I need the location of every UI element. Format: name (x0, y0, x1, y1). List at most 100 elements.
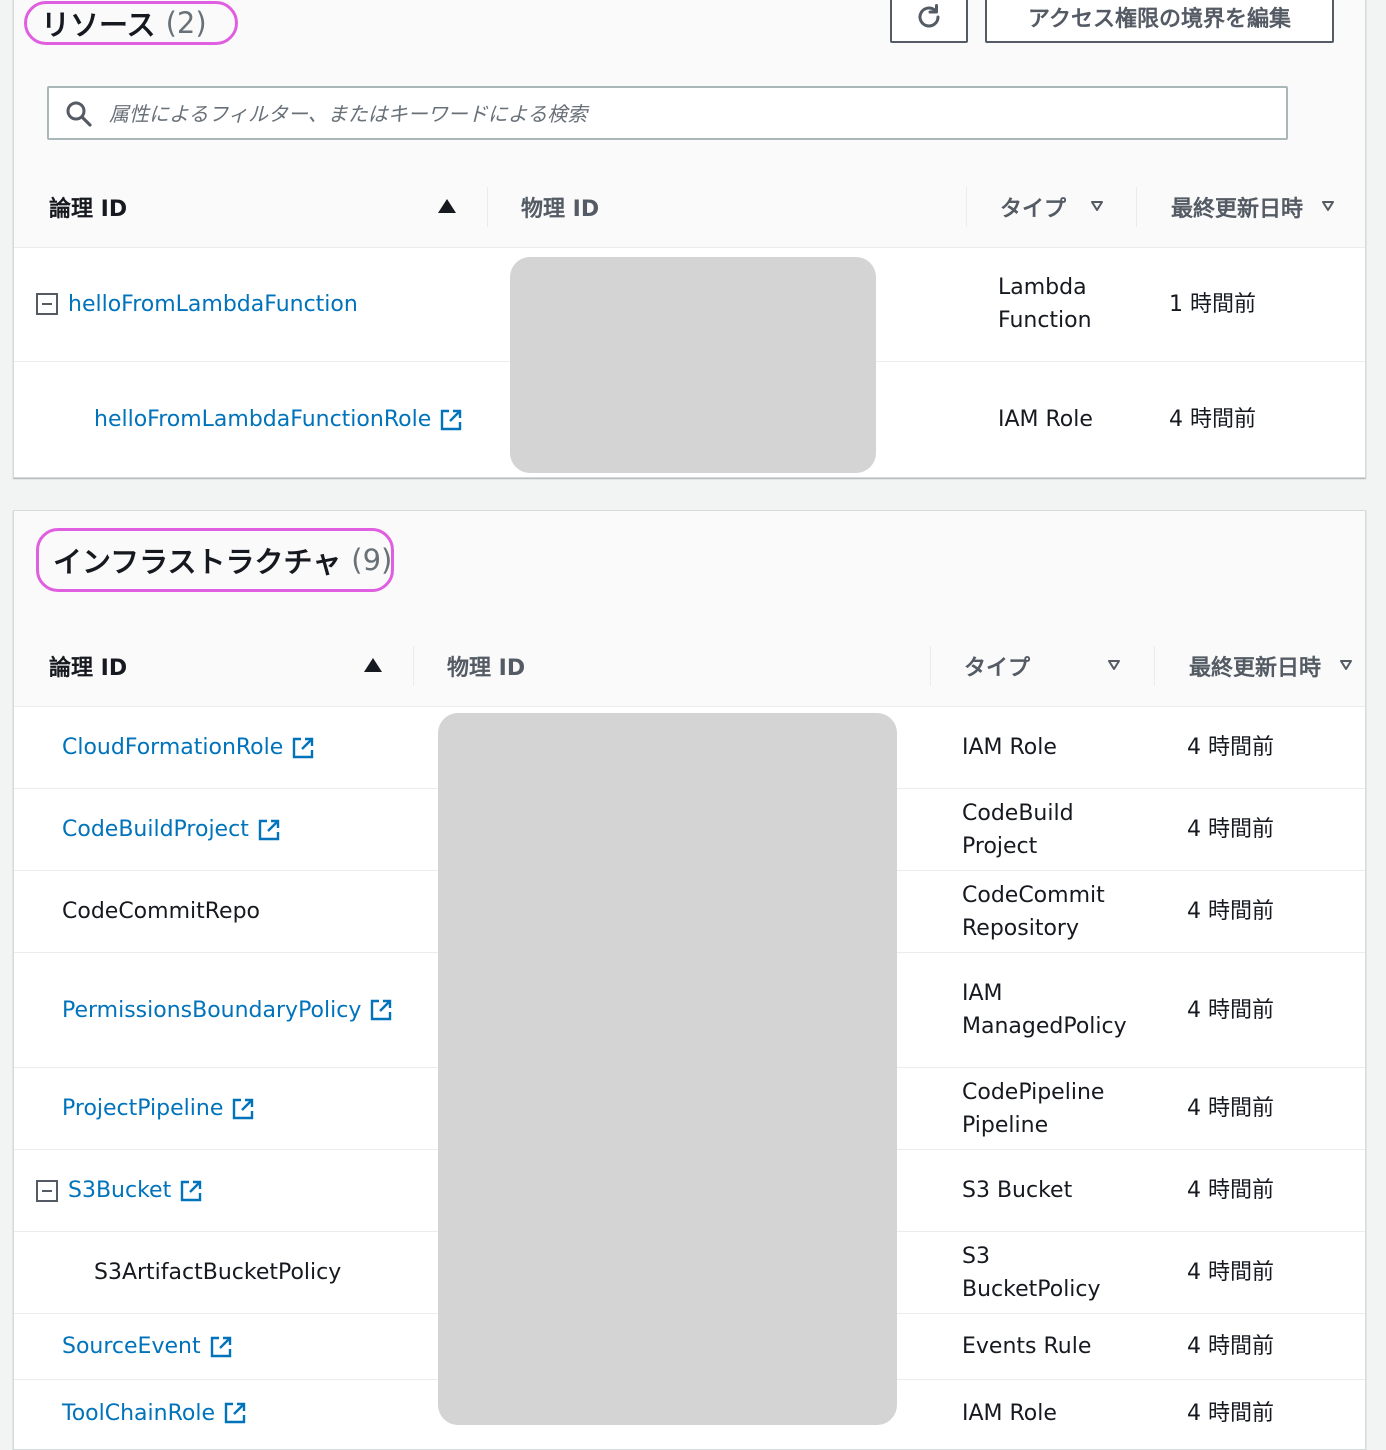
resource-name: CodeCommitRepo (62, 899, 260, 924)
sort-triangle-icon[interactable] (1108, 660, 1120, 670)
logical-id-cell: helloFromLambdaFunction (36, 247, 358, 361)
updated-cell: 4 時間前 (1187, 1178, 1274, 1203)
logical-id-cell: helloFromLambdaFunctionRole (94, 362, 463, 477)
redacted-physical-id (438, 713, 897, 1425)
updated-cell: 4 時間前 (1169, 407, 1256, 432)
logical-id-cell: S3Bucket (36, 1150, 203, 1231)
type-cell: Lambda Function (998, 247, 1092, 361)
search-icon (65, 100, 93, 132)
search-box (47, 86, 1288, 140)
column-divider[interactable] (930, 646, 931, 686)
column-type[interactable]: タイプ (964, 626, 1030, 706)
refresh-icon (918, 4, 940, 28)
resources-table-header: 論理 ID 物理 ID タイプ 最終更新日時 (14, 167, 1365, 248)
redacted-physical-id (510, 257, 876, 473)
type-line: S3 (962, 1243, 990, 1269)
type-line: Repository (962, 915, 1079, 941)
logical-id-cell: ToolChainRole (62, 1380, 247, 1446)
sort-ascending-icon[interactable] (364, 658, 382, 672)
column-last-updated[interactable]: 最終更新日時 (1171, 167, 1303, 247)
type-cell: Events Rule (962, 1334, 1092, 1359)
sort-ascending-icon[interactable] (438, 199, 456, 213)
external-link-icon[interactable] (231, 1097, 255, 1121)
sort-triangle-icon[interactable] (1340, 660, 1352, 670)
resources-title: リソース (41, 8, 156, 42)
logical-id-cell: PermissionsBoundaryPolicy (62, 953, 393, 1067)
column-physical-id[interactable]: 物理 ID (447, 626, 525, 706)
updated-cell: 4 時間前 (1187, 997, 1274, 1023)
type-line: Function (998, 308, 1092, 333)
resources-count: (2) (165, 6, 207, 40)
external-link-icon[interactable] (223, 1401, 247, 1425)
updated-cell: 4 時間前 (1187, 1334, 1274, 1359)
search-input[interactable] (107, 94, 1271, 134)
resources-title-highlight: リソース (2) (24, 1, 238, 45)
infrastructure-header: インフラストラクチャ (9) (14, 511, 1365, 627)
resource-link[interactable]: helloFromLambdaFunction (68, 288, 358, 321)
type-cell: CodeCommit Repository (962, 871, 1105, 952)
updated-cell: 4 時間前 (1187, 1260, 1274, 1285)
resource-name: S3ArtifactBucketPolicy (94, 1260, 342, 1285)
type-line: Project (962, 833, 1038, 859)
column-divider[interactable] (1136, 187, 1137, 227)
logical-id-cell: SourceEvent (62, 1314, 233, 1379)
type-cell: IAM Role (962, 735, 1057, 760)
column-type[interactable]: タイプ (1000, 167, 1066, 247)
type-cell: CodeBuild Project (962, 789, 1074, 870)
type-cell: IAM ManagedPolicy (962, 953, 1127, 1067)
external-link-icon[interactable] (369, 998, 393, 1022)
refresh-button[interactable] (890, 0, 968, 43)
column-last-updated[interactable]: 最終更新日時 (1189, 626, 1321, 706)
type-line: IAM (962, 981, 1003, 1006)
updated-cell: 4 時間前 (1187, 817, 1274, 842)
type-line: CodeCommit (962, 882, 1105, 908)
type-cell: IAM Role (998, 407, 1093, 432)
column-physical-id[interactable]: 物理 ID (521, 167, 599, 247)
resource-link[interactable]: PermissionsBoundaryPolicy (62, 994, 361, 1027)
sort-triangle-icon[interactable] (1322, 201, 1334, 211)
infrastructure-title: インフラストラクチャ (53, 545, 342, 579)
collapse-icon[interactable] (36, 293, 58, 315)
type-cell: S3 BucketPolicy (962, 1232, 1101, 1313)
logical-id-cell: CodeCommitRepo (62, 871, 260, 952)
updated-cell: 4 時間前 (1187, 735, 1274, 760)
column-divider[interactable] (413, 646, 414, 686)
resource-link[interactable]: ProjectPipeline (62, 1092, 223, 1125)
resource-link[interactable]: helloFromLambdaFunctionRole (94, 403, 431, 436)
infrastructure-table-header: 論理 ID 物理 ID タイプ 最終更新日時 (14, 626, 1365, 707)
collapse-icon[interactable] (36, 1179, 58, 1202)
logical-id-cell: CloudFormationRole (62, 707, 315, 788)
type-cell: CodePipeline Pipeline (962, 1068, 1104, 1149)
resource-link[interactable]: S3Bucket (68, 1174, 171, 1207)
infrastructure-panel: インフラストラクチャ (9) 論理 ID 物理 ID タイプ 最終更新日時 Cl… (13, 510, 1366, 1450)
column-logical-id[interactable]: 論理 ID (49, 626, 127, 706)
column-divider[interactable] (487, 187, 488, 227)
column-logical-id[interactable]: 論理 ID (49, 167, 127, 247)
logical-id-cell: S3ArtifactBucketPolicy (94, 1232, 341, 1313)
edit-permissions-boundary-button[interactable]: アクセス権限の境界を編集 (985, 0, 1334, 43)
type-line: BucketPolicy (962, 1276, 1101, 1302)
updated-cell: 4 時間前 (1187, 1400, 1274, 1426)
column-divider[interactable] (966, 187, 967, 227)
resources-panel: リソース (2) アクセス権限の境界を編集 論理 ID 物理 ID タイ (13, 0, 1366, 478)
type-line: ManagedPolicy (962, 1014, 1127, 1039)
type-cell: IAM Role (962, 1400, 1057, 1426)
sort-triangle-icon[interactable] (1091, 201, 1103, 211)
updated-cell: 4 時間前 (1187, 1096, 1274, 1121)
column-divider[interactable] (1154, 646, 1155, 686)
type-line: Pipeline (962, 1112, 1049, 1138)
resource-link[interactable]: ToolChainRole (62, 1397, 215, 1430)
resource-link[interactable]: CloudFormationRole (62, 731, 283, 764)
external-link-icon[interactable] (291, 736, 315, 760)
resource-link[interactable]: CodeBuildProject (62, 813, 249, 846)
updated-cell: 4 時間前 (1187, 899, 1274, 924)
updated-cell: 1 時間前 (1169, 291, 1256, 317)
external-link-icon[interactable] (209, 1335, 233, 1359)
resource-link[interactable]: SourceEvent (62, 1330, 201, 1363)
external-link-icon[interactable] (257, 818, 281, 842)
infrastructure-count: (9) (351, 543, 393, 577)
external-link-icon[interactable] (179, 1179, 203, 1203)
type-cell: S3 Bucket (962, 1178, 1073, 1203)
logical-id-cell: CodeBuildProject (62, 789, 281, 870)
external-link-icon[interactable] (439, 408, 463, 432)
